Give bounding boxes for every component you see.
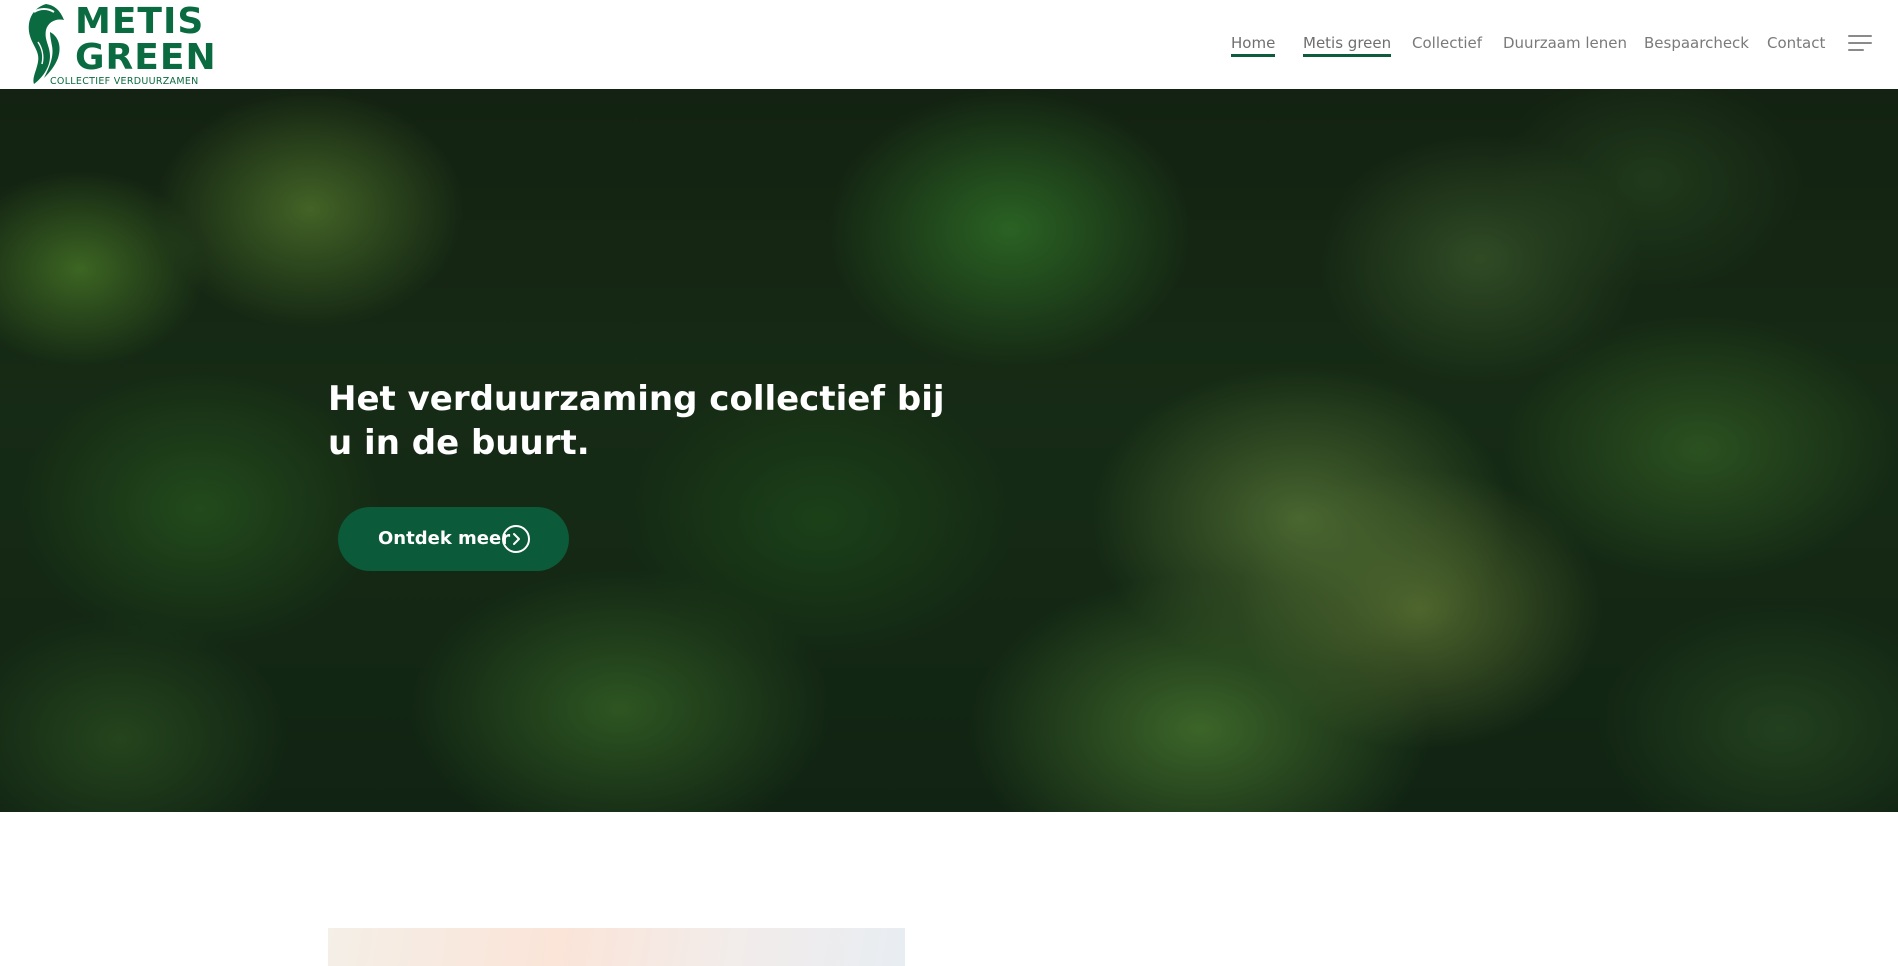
hero-title: Het verduurzaming collectief bij u in de… [328,379,945,463]
content-section-image [328,928,905,966]
nav-item-contact[interactable]: Contact [1767,33,1825,53]
logo-tagline: COLLECTIEF VERDUURZAMEN [50,76,199,87]
hero-section: Het verduurzaming collectief bij u in de… [0,89,1898,812]
nav-item-bespaarcheck[interactable]: Bespaarcheck [1644,33,1749,53]
hamburger-menu-icon[interactable] [1848,35,1872,52]
main-navigation: Home Metis green Collectief Duurzaam len… [0,33,1898,57]
discover-more-button[interactable]: Ontdek meer [338,507,569,571]
chevron-right-circle-icon [502,525,530,553]
nav-item-home[interactable]: Home [1231,33,1276,57]
nav-item-metis-green[interactable]: Metis green [1303,33,1392,57]
nav-item-duurzaam-lenen[interactable]: Duurzaam lenen [1503,33,1627,53]
nav-item-collectief[interactable]: Collectief [1412,33,1482,53]
site-header: METIS GREEN COLLECTIEF VERDUURZAMEN Home… [0,0,1898,89]
discover-more-label: Ontdek meer [378,528,511,549]
